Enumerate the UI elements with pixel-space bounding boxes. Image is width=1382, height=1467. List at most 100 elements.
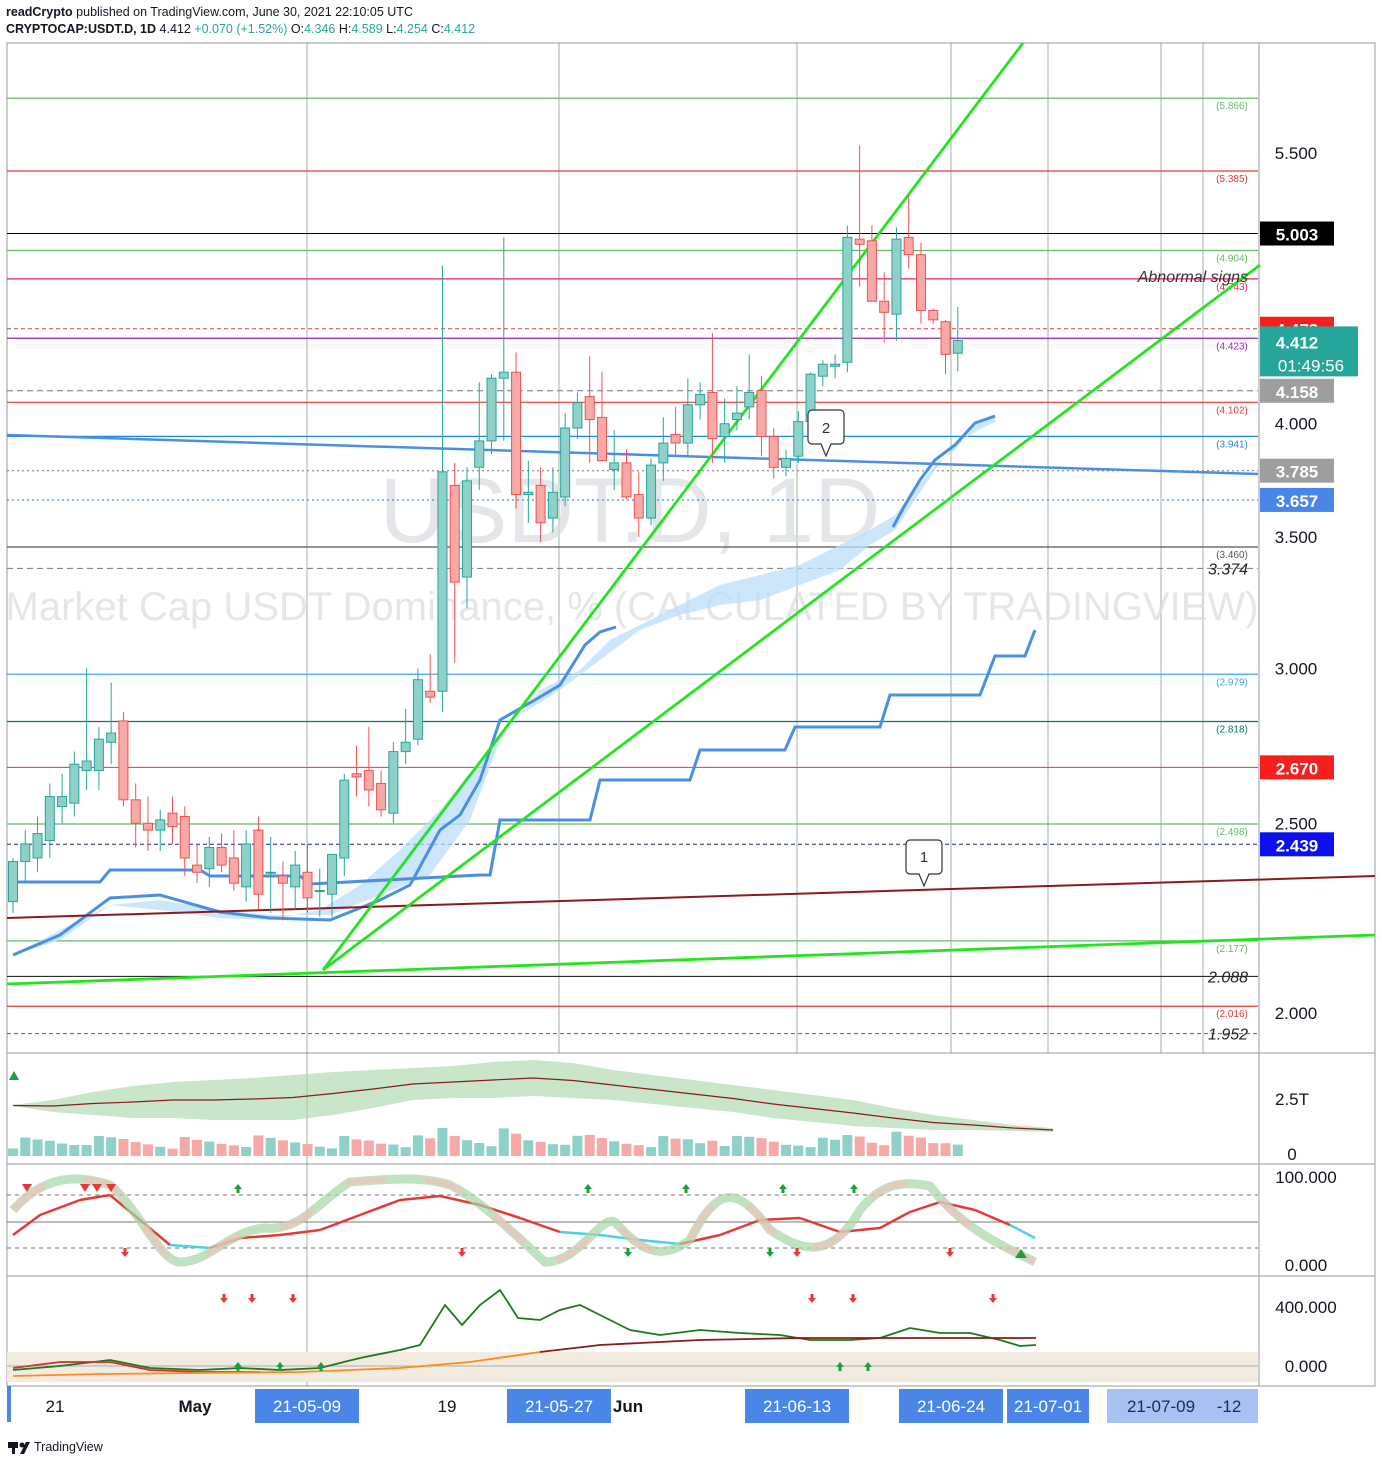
support-level-label: (4.423) [1216, 341, 1248, 352]
volume-bar [400, 1147, 411, 1156]
candle[interactable] [903, 195, 914, 269]
candle-body [204, 846, 215, 870]
chart-canvas[interactable]: USDT.D, 1D Market Cap USDT Dominance, % … [0, 0, 1382, 1467]
volume-bar [216, 1143, 227, 1156]
candle[interactable] [915, 242, 926, 324]
candle-body [44, 796, 55, 841]
candle[interactable] [670, 406, 681, 457]
candle-body [81, 760, 92, 772]
candle-body [658, 442, 669, 464]
candle[interactable] [940, 319, 951, 375]
candle[interactable] [142, 796, 153, 851]
candle[interactable] [572, 392, 583, 439]
candle-body [142, 822, 153, 831]
down-arrow-icon [808, 1298, 816, 1303]
candle[interactable] [81, 668, 92, 790]
price-axis-tick: 3.500 [1275, 528, 1318, 547]
candle[interactable] [879, 272, 890, 343]
support-level-label: (3.941) [1216, 439, 1248, 450]
candle[interactable] [498, 237, 509, 441]
candle[interactable] [400, 708, 411, 765]
candle[interactable] [216, 833, 227, 873]
candle[interactable] [621, 449, 632, 500]
candle-body [437, 471, 448, 692]
volume-bar [719, 1146, 730, 1156]
volume-bar [130, 1142, 141, 1156]
candle[interactable] [351, 745, 362, 797]
candle[interactable] [646, 458, 657, 526]
volume-bar [412, 1135, 423, 1156]
candle[interactable] [241, 830, 252, 902]
volume-bar [167, 1148, 178, 1156]
oscillator-signal-line [359, 1198, 401, 1217]
candle[interactable] [20, 830, 31, 884]
candle[interactable] [32, 816, 43, 873]
candle[interactable] [302, 843, 313, 913]
candle[interactable] [69, 751, 80, 817]
candle[interactable] [449, 462, 460, 663]
candle[interactable] [192, 843, 203, 884]
candle-body [486, 377, 497, 442]
down-arrow-icon [768, 1248, 772, 1252]
candle-body [69, 763, 80, 804]
up-arrow-icon [682, 1184, 690, 1189]
candle[interactable] [339, 773, 350, 876]
candle-body [474, 440, 485, 468]
candle[interactable] [93, 726, 104, 790]
candle-body [302, 871, 313, 899]
candle[interactable] [719, 398, 730, 463]
candle[interactable] [486, 374, 497, 455]
candle[interactable] [388, 742, 399, 824]
candle[interactable] [560, 413, 571, 507]
down-arrow-icon [220, 1298, 228, 1303]
volume-bar [866, 1142, 877, 1156]
candle[interactable] [130, 783, 141, 848]
candle[interactable] [44, 783, 55, 859]
candle[interactable] [830, 354, 841, 379]
price-tag-text: 2.439 [1276, 836, 1319, 855]
down-arrow-icon [291, 1294, 295, 1298]
candle[interactable] [8, 858, 18, 913]
candle[interactable] [106, 682, 117, 765]
candle[interactable] [179, 806, 190, 876]
volume-envelope [13, 1060, 1053, 1132]
candle[interactable] [290, 850, 301, 910]
candle[interactable] [756, 376, 767, 457]
candle[interactable] [891, 227, 902, 341]
candle[interactable] [817, 360, 828, 387]
candle[interactable] [952, 306, 963, 372]
volume-bar [805, 1147, 816, 1156]
candle[interactable] [437, 265, 448, 712]
candle[interactable] [118, 711, 129, 807]
candle[interactable] [731, 386, 742, 431]
candle[interactable] [928, 308, 939, 324]
volume-bar [253, 1135, 264, 1156]
candle[interactable] [228, 830, 239, 891]
candle[interactable] [253, 816, 264, 910]
volume-axis-tick: 0 [1287, 1145, 1296, 1164]
tradingview-brand: TradingView [34, 1440, 103, 1454]
candle[interactable] [695, 382, 706, 420]
candle-body [744, 391, 755, 408]
volume-bar [277, 1140, 288, 1156]
volume-bar [314, 1146, 325, 1156]
volume-bar [609, 1141, 620, 1156]
volume-bar [437, 1128, 448, 1156]
candle[interactable] [596, 372, 607, 462]
candle[interactable] [707, 333, 718, 463]
candle[interactable] [167, 796, 178, 844]
candle[interactable] [425, 654, 436, 704]
candle[interactable] [363, 726, 374, 807]
candle[interactable] [793, 411, 804, 463]
down-arrow-icon [121, 1252, 129, 1257]
candle[interactable] [511, 352, 522, 509]
candle[interactable] [682, 378, 693, 457]
down-arrow-icon [250, 1294, 254, 1298]
candle[interactable] [842, 225, 853, 373]
candle[interactable] [584, 356, 595, 463]
tradingview-logo-icon [8, 1442, 30, 1454]
candle[interactable] [376, 770, 387, 817]
candle[interactable] [412, 668, 423, 746]
candle[interactable] [277, 861, 288, 921]
candle[interactable] [57, 773, 68, 824]
